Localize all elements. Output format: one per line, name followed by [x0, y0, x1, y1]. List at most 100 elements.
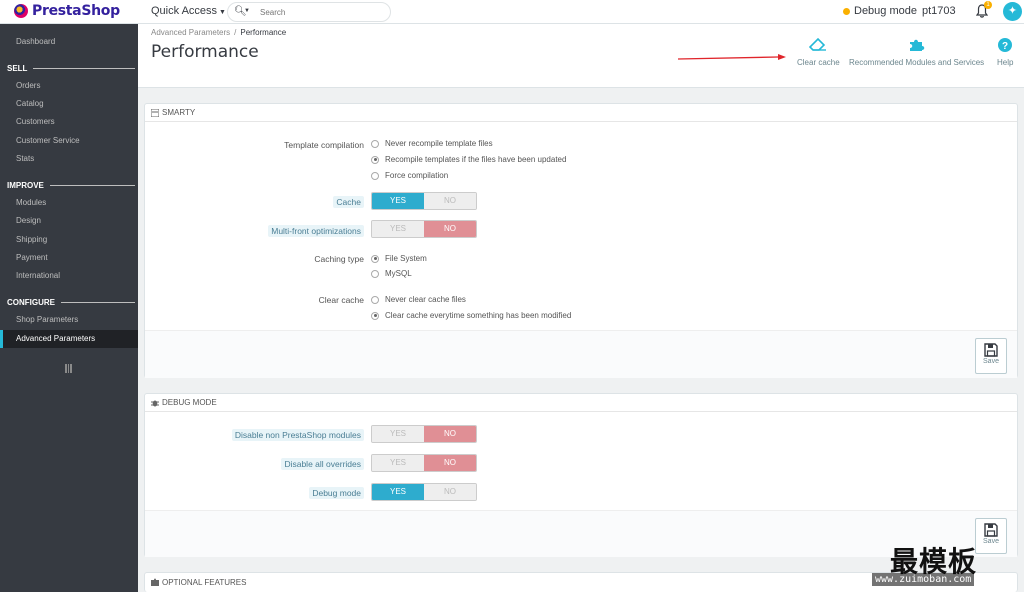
sidebar-item-customers[interactable]: Customers	[16, 117, 55, 126]
sidebar-item-shipping[interactable]: Shipping	[16, 235, 47, 244]
chevron-down-icon[interactable]: ▼	[244, 8, 250, 14]
save-button[interactable]: Save	[975, 338, 1007, 374]
sidebar-collapse-icon[interactable]	[65, 364, 72, 373]
sidebar-item-dashboard[interactable]: Dashboard	[16, 37, 55, 46]
debug-mode-label[interactable]: Debug mode	[854, 5, 917, 17]
switch-yes[interactable]: YES	[372, 221, 424, 237]
sidebar-item-modules[interactable]: Modules	[16, 198, 46, 207]
employee-menu[interactable]: pt1703	[922, 5, 956, 17]
sidebar-item-orders[interactable]: Orders	[16, 81, 40, 90]
smarty-panel: SMARTY Template compilation Never recomp…	[144, 103, 1018, 378]
cache-switch[interactable]: YES NO	[371, 192, 477, 210]
debug-mode-setting-label: Debug mode	[309, 487, 364, 499]
help-label: Help	[997, 58, 1014, 67]
clear-cache-button[interactable]: Clear cache	[797, 38, 840, 67]
breadcrumb-separator: /	[234, 28, 237, 37]
switch-no[interactable]: NO	[424, 221, 476, 237]
caching-type-label: Caching type	[314, 254, 364, 264]
sidebar-item-catalog[interactable]: Catalog	[16, 99, 44, 108]
recommended-modules-label: Recommended Modules and Services	[849, 58, 985, 67]
divider	[61, 302, 135, 303]
breadcrumb: Advanced Parameters / Performance	[151, 28, 286, 37]
radio-file-system[interactable]: File System	[371, 254, 427, 263]
radio-button[interactable]	[371, 171, 379, 180]
sidebar-item-payment[interactable]: Payment	[16, 253, 48, 262]
logo-icon	[14, 4, 28, 18]
sidebar-item-stats[interactable]: Stats	[16, 154, 34, 163]
radio-never-clear-cache[interactable]: Never clear cache files	[371, 295, 466, 304]
page-title: Performance	[151, 42, 259, 62]
breadcrumb-current: Performance	[240, 28, 287, 37]
watermark-url: www.zuimoban.com	[872, 573, 975, 586]
disable-non-ps-modules-switch[interactable]: YES NO	[371, 425, 477, 443]
panel-title: DEBUG MODE	[162, 398, 217, 407]
switch-no[interactable]: NO	[424, 426, 476, 442]
panel-title: OPTIONAL FEATURES	[162, 577, 247, 587]
debug-mode-switch[interactable]: YES NO	[371, 483, 477, 501]
search-input[interactable]	[260, 6, 380, 19]
section-title: SELL	[7, 64, 28, 73]
switch-no[interactable]: NO	[424, 484, 476, 500]
radio-never-recompile[interactable]: Never recompile template files	[371, 139, 493, 148]
prestashop-logo[interactable]: PrestaShop	[14, 3, 120, 19]
list-icon	[151, 108, 159, 117]
section-title: CONFIGURE	[7, 298, 55, 307]
multi-front-switch[interactable]: YES NO	[371, 220, 477, 238]
radio-button[interactable]	[371, 295, 379, 304]
clear-cache-setting-label: Clear cache	[318, 295, 364, 305]
radio-label: Never clear cache files	[385, 295, 466, 304]
disable-non-ps-modules-label: Disable non PrestaShop modules	[231, 429, 364, 441]
radio-clear-cache-everytime[interactable]: Clear cache everytime something has been…	[371, 311, 571, 320]
breadcrumb-link[interactable]: Advanced Parameters	[151, 28, 230, 37]
floppy-disk-icon	[984, 343, 998, 357]
template-compilation-label: Template compilation	[284, 140, 364, 150]
sidebar-section-configure: CONFIGURE	[7, 298, 135, 307]
sidebar-item-customer-service[interactable]: Customer Service	[16, 136, 80, 145]
top-bar: PrestaShop Quick Access▼ 🔍︎ ▼ Debug mode…	[0, 0, 1024, 24]
page-header: Advanced Parameters / Performance Performa…	[138, 24, 1024, 88]
radio-label: File System	[385, 254, 427, 263]
puzzle-icon	[909, 39, 924, 51]
radio-button[interactable]	[371, 269, 379, 278]
radio-button-selected[interactable]	[371, 254, 379, 263]
disable-overrides-switch[interactable]: YES NO	[371, 454, 477, 472]
panel-heading: DEBUG MODE	[145, 394, 1017, 412]
switch-yes[interactable]: YES	[372, 484, 424, 500]
panel-heading: SMARTY	[145, 104, 1017, 122]
switch-yes[interactable]: YES	[372, 193, 424, 209]
sidebar-item-shop-parameters[interactable]: Shop Parameters	[16, 315, 78, 324]
radio-recompile-if-updated[interactable]: Recompile templates if the files have be…	[371, 155, 566, 164]
help-icon: ?	[998, 38, 1013, 52]
divider	[33, 68, 135, 69]
quick-access-dropdown[interactable]: Quick Access ▼	[151, 5, 226, 17]
radio-mysql[interactable]: MySQL	[371, 269, 412, 278]
radio-label: Force compilation	[385, 171, 449, 180]
radio-button[interactable]	[371, 139, 379, 148]
debug-mode-panel: DEBUG MODE Disable non PrestaShop module…	[144, 393, 1018, 557]
sidebar-item-design[interactable]: Design	[16, 216, 41, 225]
puzzle-icon	[151, 578, 159, 586]
radio-label: Never recompile template files	[385, 139, 493, 148]
svg-text:?: ?	[1002, 41, 1008, 52]
shop-star-icon[interactable]: ✦	[1003, 2, 1022, 21]
divider	[49, 185, 135, 186]
switch-yes[interactable]: YES	[372, 455, 424, 471]
section-title: IMPROVE	[7, 181, 44, 190]
radio-button-selected[interactable]	[371, 311, 379, 320]
save-label: Save	[983, 358, 999, 365]
sidebar-item-advanced-parameters[interactable]: Advanced Parameters	[0, 330, 138, 348]
disable-overrides-label: Disable all overrides	[281, 458, 364, 470]
radio-force-compilation[interactable]: Force compilation	[371, 171, 448, 180]
help-button[interactable]: ? Help	[997, 38, 1013, 67]
recommended-modules-button[interactable]: Recommended Modules and Services	[849, 38, 984, 67]
switch-yes[interactable]: YES	[372, 426, 424, 442]
floppy-disk-icon	[984, 523, 998, 537]
search-box[interactable]: 🔍︎ ▼	[227, 2, 391, 22]
sidebar-item-international[interactable]: International	[16, 271, 60, 280]
switch-no[interactable]: NO	[424, 455, 476, 471]
sidebar-section-sell: SELL	[7, 64, 135, 73]
radio-button-selected[interactable]	[371, 155, 379, 164]
sidebar-section-improve: IMPROVE	[7, 181, 135, 190]
switch-no[interactable]: NO	[424, 193, 476, 209]
annotation-arrow	[678, 54, 786, 60]
